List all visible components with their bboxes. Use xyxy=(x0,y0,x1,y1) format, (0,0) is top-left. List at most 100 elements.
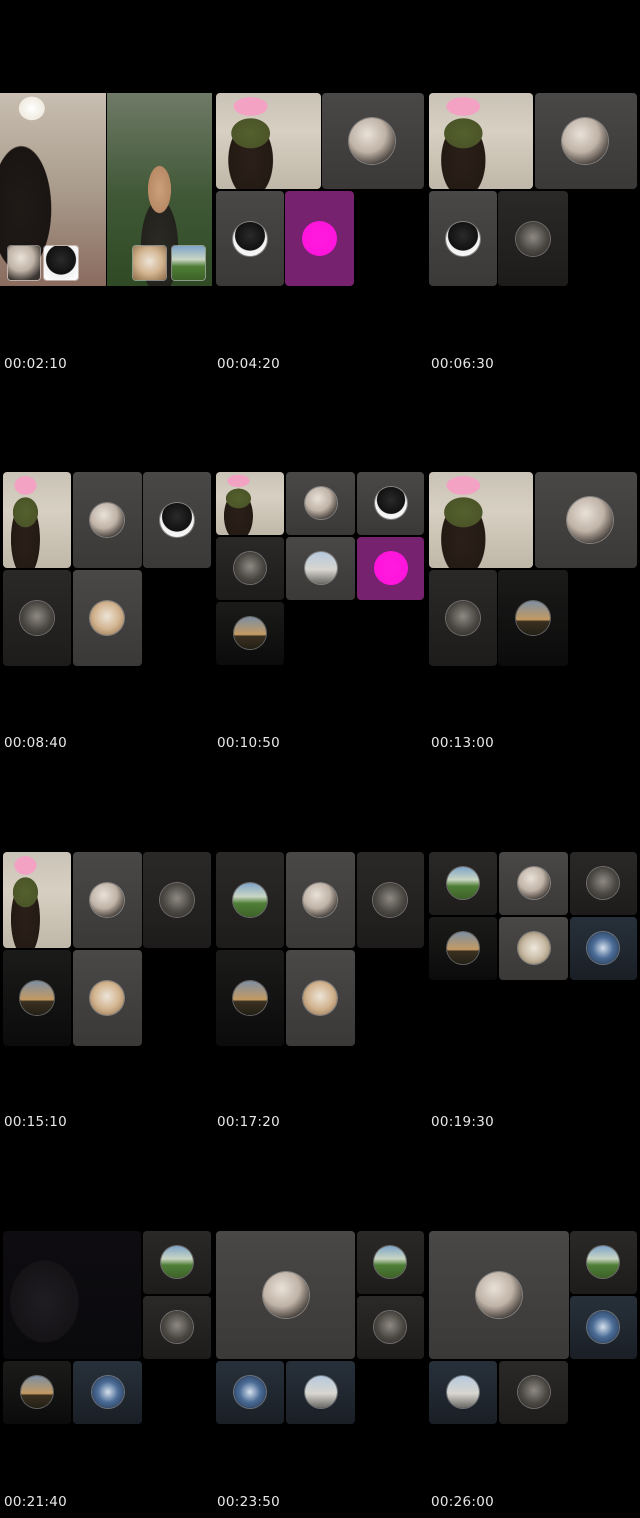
video-frame-9 xyxy=(429,852,639,1052)
timestamp-label: 00:13:00 xyxy=(431,735,495,751)
participant-tile[interactable] xyxy=(286,472,355,535)
video-frame-3 xyxy=(429,93,639,293)
timestamp-label: 00:15:10 xyxy=(4,1114,68,1130)
participant-avatar xyxy=(446,222,480,256)
participant-tile[interactable] xyxy=(286,1361,355,1424)
participant-tile[interactable] xyxy=(143,1296,211,1359)
participant-avatar xyxy=(516,222,550,256)
participant-tile[interactable] xyxy=(429,191,497,286)
participant-tile[interactable] xyxy=(3,1361,71,1424)
participant-tile[interactable] xyxy=(285,191,354,286)
participant-tile[interactable] xyxy=(570,917,637,980)
participant-tile[interactable] xyxy=(143,1231,211,1294)
participant-tile[interactable] xyxy=(73,852,142,948)
participant-tile[interactable] xyxy=(535,472,637,568)
participant-avatar xyxy=(303,883,337,917)
participant-tile[interactable] xyxy=(216,602,284,665)
participant-tile[interactable] xyxy=(3,472,71,568)
participant-tile[interactable] xyxy=(357,1231,424,1294)
participant-tile[interactable] xyxy=(429,472,533,568)
participant-tile[interactable] xyxy=(429,852,497,915)
participant-tile[interactable] xyxy=(499,917,568,980)
participant-tile[interactable] xyxy=(286,537,355,600)
participant-avatar xyxy=(447,867,479,899)
participant-tile[interactable] xyxy=(216,191,284,286)
participant-thumbnail[interactable] xyxy=(44,246,78,280)
participant-avatar xyxy=(518,867,550,899)
participant-tile[interactable] xyxy=(570,1231,637,1294)
participant-avatar xyxy=(374,1246,406,1278)
participant-avatar xyxy=(587,1311,619,1343)
participant-tile[interactable] xyxy=(3,852,71,948)
participant-tile[interactable] xyxy=(322,93,424,189)
participant-tile[interactable] xyxy=(73,1361,142,1424)
participant-tile[interactable] xyxy=(429,917,497,980)
participant-avatar xyxy=(374,1311,406,1343)
participant-tile[interactable] xyxy=(499,852,568,915)
timestamp-label: 00:02:10 xyxy=(4,356,68,372)
participant-tile[interactable] xyxy=(216,472,284,535)
participant-tile[interactable] xyxy=(429,93,533,189)
participant-thumbnail[interactable] xyxy=(133,246,166,280)
timestamp-label: 00:26:00 xyxy=(431,1494,495,1510)
participant-avatar xyxy=(305,552,337,584)
participant-tile[interactable] xyxy=(3,570,71,666)
video-frame-6 xyxy=(429,472,639,672)
participant-avatar xyxy=(90,981,124,1015)
participant-tile[interactable] xyxy=(216,1231,355,1359)
participant-tile[interactable] xyxy=(216,1361,284,1424)
participant-tile[interactable] xyxy=(535,93,637,189)
participant-tile[interactable] xyxy=(286,950,355,1046)
participant-avatar xyxy=(233,883,267,917)
participant-tile[interactable] xyxy=(357,537,424,600)
participant-tile[interactable] xyxy=(143,852,211,948)
participant-tile[interactable] xyxy=(498,191,568,286)
participant-avatar xyxy=(562,118,608,164)
participant-thumbnail[interactable] xyxy=(8,246,40,280)
participant-tile[interactable] xyxy=(216,950,284,1046)
participant-tile[interactable] xyxy=(357,472,424,535)
participant-avatar xyxy=(160,883,194,917)
participant-avatar xyxy=(234,1376,266,1408)
participant-avatar xyxy=(587,932,619,964)
participant-avatar xyxy=(90,883,124,917)
participant-tile[interactable] xyxy=(429,570,497,666)
participant-avatar xyxy=(374,551,408,585)
participant-tile[interactable] xyxy=(3,1231,141,1359)
timestamp-label: 00:10:50 xyxy=(217,735,281,751)
participant-avatar xyxy=(263,1272,309,1318)
timestamp-label: 00:23:50 xyxy=(217,1494,281,1510)
timestamp-label: 00:17:20 xyxy=(217,1114,281,1130)
timestamp-label: 00:08:40 xyxy=(4,735,68,751)
participant-tile[interactable] xyxy=(357,1296,424,1359)
participant-tile[interactable] xyxy=(429,1231,569,1359)
participant-tile[interactable] xyxy=(216,852,284,948)
participant-tile[interactable] xyxy=(357,852,424,948)
participant-avatar xyxy=(20,601,54,635)
participant-avatar xyxy=(161,1311,193,1343)
participant-tile[interactable] xyxy=(570,1296,637,1359)
participant-avatar xyxy=(476,1272,522,1318)
participant-tile[interactable] xyxy=(429,1361,497,1424)
participant-avatar xyxy=(305,487,337,519)
participant-avatar xyxy=(518,932,550,964)
participant-tile[interactable] xyxy=(73,950,142,1046)
participant-tile[interactable] xyxy=(3,950,71,1046)
participant-tile[interactable] xyxy=(216,537,284,600)
participant-tile[interactable] xyxy=(73,570,142,666)
video-frame-4 xyxy=(0,472,211,672)
participant-tile[interactable] xyxy=(143,472,211,568)
participant-avatar xyxy=(518,1376,550,1408)
participant-tile[interactable] xyxy=(499,1361,568,1424)
participant-avatar xyxy=(90,601,124,635)
participant-avatar xyxy=(233,222,267,256)
participant-tile[interactable] xyxy=(498,570,568,666)
video-frame-8 xyxy=(215,852,425,1052)
participant-avatar xyxy=(567,497,613,543)
participant-avatar xyxy=(233,981,267,1015)
participant-tile[interactable] xyxy=(286,852,355,948)
participant-tile[interactable] xyxy=(570,852,637,915)
participant-tile[interactable] xyxy=(216,93,321,189)
participant-thumbnail[interactable] xyxy=(172,246,205,280)
participant-tile[interactable] xyxy=(73,472,142,568)
